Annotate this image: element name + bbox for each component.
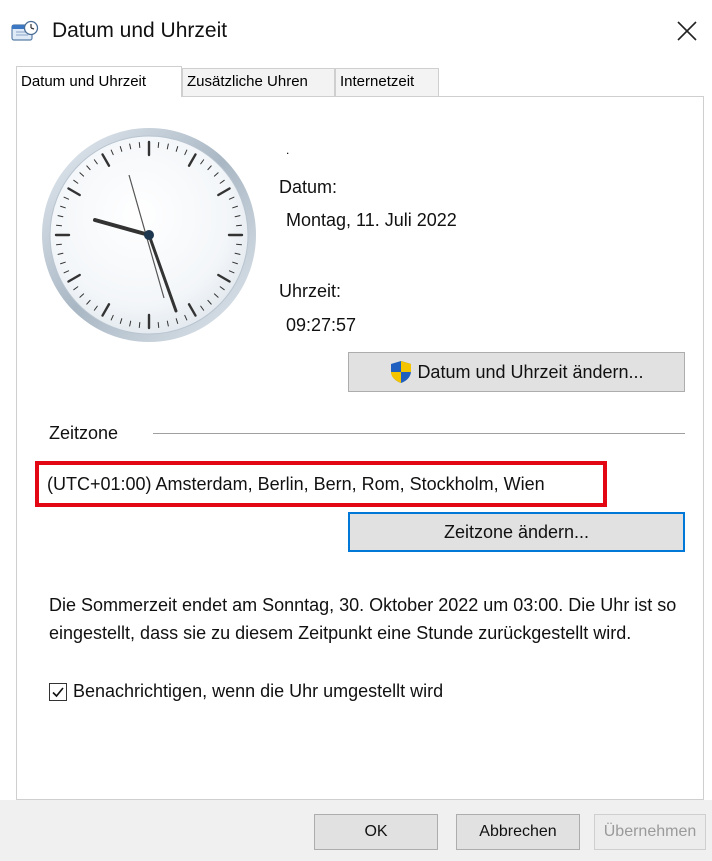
timezone-section-label: Zeitzone (49, 423, 119, 443)
time-value: 09:27:57 (286, 315, 357, 335)
tab-zusaetzliche-uhren[interactable]: Zusätzliche Uhren (182, 68, 335, 96)
notify-row[interactable]: Benachrichtigen, wenn die Uhr umgestellt… (49, 681, 443, 702)
notify-label: Benachrichtigen, wenn die Uhr umgestellt… (73, 681, 444, 701)
apply-label: Übernehmen (603, 823, 697, 840)
date-time-app-icon (11, 20, 39, 44)
cancel-label: Abbrechen (479, 823, 557, 840)
notify-checkbox[interactable] (49, 682, 67, 701)
close-button[interactable] (668, 12, 706, 50)
title-bar: Datum und Uhrzeit (0, 0, 712, 62)
time-label: Uhrzeit: (279, 281, 342, 301)
window-title: Datum und Uhrzeit (52, 19, 228, 42)
date-value: Montag, 11. Juli 2022 (286, 210, 457, 230)
timezone-divider (153, 433, 685, 434)
dst-info-text: Die Sommerzeit endet am Sonntag, 30. Okt… (49, 595, 677, 643)
ok-label: OK (364, 823, 388, 840)
uac-shield-icon (389, 360, 413, 384)
change-timezone-label: Zeitzone ändern... (443, 521, 590, 542)
date-label: Datum: (279, 177, 338, 197)
ok-button[interactable]: OK (314, 814, 438, 850)
tab-label: Zusätzliche Uhren (187, 73, 308, 90)
dialog-footer: OK Abbrechen Übernehmen (0, 800, 712, 861)
change-date-time-button[interactable]: Datum und Uhrzeit ändern... (348, 352, 685, 392)
analog-clock (39, 125, 259, 345)
tab-label: Datum und Uhrzeit (21, 73, 147, 90)
change-timezone-button[interactable]: Zeitzone ändern... (348, 512, 685, 552)
timezone-value: (UTC+01:00) Amsterdam, Berlin, Bern, Rom… (47, 473, 545, 494)
close-icon (677, 21, 697, 41)
tab-label: Internetzeit (340, 73, 415, 90)
tab-datum-und-uhrzeit[interactable]: Datum und Uhrzeit (16, 66, 182, 97)
tab-panel-datum-und-uhrzeit: . Datum: Montag, 11. Juli 2022 Uhrzeit: … (16, 96, 704, 800)
apply-button[interactable]: Übernehmen (594, 814, 706, 850)
change-date-time-label: Datum und Uhrzeit ändern... (417, 361, 644, 382)
timezone-value-highlight: (UTC+01:00) Amsterdam, Berlin, Bern, Rom… (35, 461, 607, 507)
cancel-button[interactable]: Abbrechen (456, 814, 580, 850)
placeholder-dot: . (286, 143, 290, 157)
checkmark-icon (52, 686, 64, 697)
tab-internetzeit[interactable]: Internetzeit (335, 68, 439, 96)
